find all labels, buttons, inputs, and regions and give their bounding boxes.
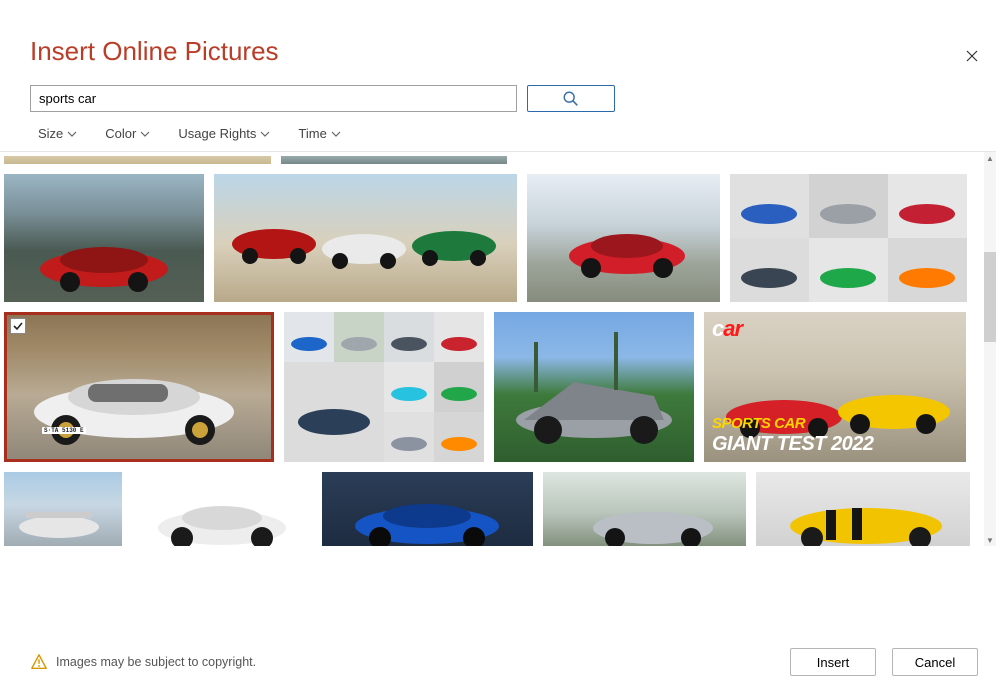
cancel-button[interactable]: Cancel (892, 648, 978, 676)
search-button[interactable] (527, 85, 615, 112)
filters-row: Size Color Usage Rights Time (38, 126, 996, 141)
chevron-down-icon (331, 129, 341, 139)
image-result[interactable] (132, 472, 312, 546)
scroll-up-icon[interactable]: ▲ (984, 152, 996, 164)
image-result[interactable] (4, 472, 122, 546)
scrollbar[interactable]: ▲ ▼ (984, 152, 996, 546)
chevron-down-icon (140, 129, 150, 139)
car-grid-illustration (730, 174, 967, 302)
image-result[interactable]: car SPORTS CAR GIANT TEST 2022 (704, 312, 966, 462)
car-illustration (132, 472, 312, 546)
close-icon (966, 50, 978, 62)
image-result[interactable] (494, 312, 694, 462)
dialog-title: Insert Online Pictures (30, 36, 996, 67)
image-result[interactable] (756, 472, 970, 546)
license-plate: S·TA 5130 E (42, 427, 86, 434)
image-result[interactable] (281, 156, 507, 164)
image-result[interactable] (214, 174, 517, 302)
magazine-logo: car (712, 316, 742, 342)
car-illustration (4, 312, 274, 462)
image-result[interactable] (4, 174, 204, 302)
footer-buttons: Insert Cancel (790, 648, 978, 676)
insert-button[interactable]: Insert (790, 648, 876, 676)
car-illustration (4, 174, 204, 302)
filter-size-label: Size (38, 126, 63, 141)
car-illustration (756, 472, 970, 546)
image-result[interactable] (527, 174, 720, 302)
footer: Images may be subject to copyright. Inse… (30, 648, 978, 676)
filter-color[interactable]: Color (105, 126, 150, 141)
car-illustration (543, 472, 746, 546)
image-result-selected[interactable]: S·TA 5130 E (4, 312, 274, 462)
filter-usage-rights-label: Usage Rights (178, 126, 256, 141)
car-illustration (527, 174, 720, 302)
filter-usage-rights[interactable]: Usage Rights (178, 126, 270, 141)
filter-size[interactable]: Size (38, 126, 77, 141)
chevron-down-icon (67, 129, 77, 139)
search-row (30, 85, 996, 112)
overlay-text: GIANT TEST 2022 (712, 433, 873, 456)
filter-time[interactable]: Time (298, 126, 340, 141)
search-icon (562, 90, 580, 108)
copyright-text: Images may be subject to copyright. (56, 655, 256, 669)
warning-icon (30, 653, 48, 671)
results-area: S·TA 5130 E (0, 151, 996, 546)
car-illustration (4, 472, 122, 546)
image-result[interactable] (4, 156, 271, 164)
image-result[interactable] (322, 472, 533, 546)
image-result[interactable] (543, 472, 746, 546)
close-button[interactable] (960, 44, 984, 68)
selection-checkmark (10, 318, 26, 334)
overlay-text: SPORTS CAR (712, 415, 805, 432)
image-result[interactable] (284, 312, 484, 462)
car-illustration (214, 174, 517, 302)
car-illustration (494, 312, 694, 462)
car-grid-illustration (284, 312, 484, 462)
scroll-thumb[interactable] (984, 252, 996, 342)
image-result[interactable] (730, 174, 967, 302)
filter-time-label: Time (298, 126, 326, 141)
chevron-down-icon (260, 129, 270, 139)
results-grid: S·TA 5130 E (4, 152, 984, 546)
search-input[interactable] (30, 85, 517, 112)
scroll-down-icon[interactable]: ▼ (984, 534, 996, 546)
copyright-notice: Images may be subject to copyright. (30, 653, 256, 671)
filter-color-label: Color (105, 126, 136, 141)
car-illustration (322, 472, 533, 546)
